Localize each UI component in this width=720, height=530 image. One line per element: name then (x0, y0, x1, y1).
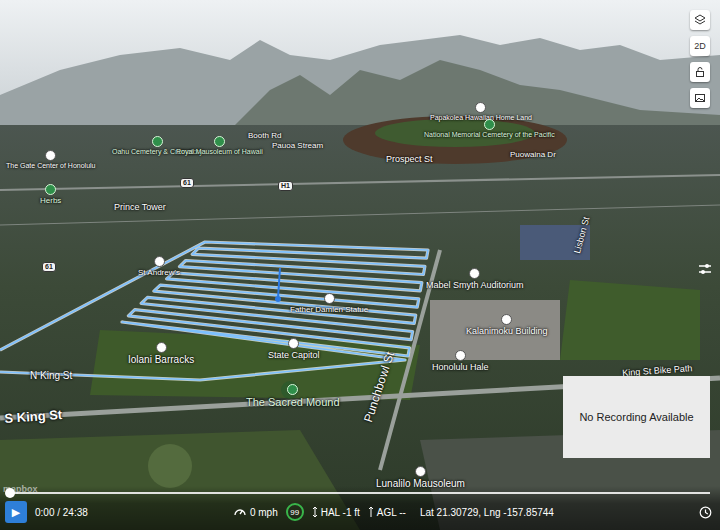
poi-label[interactable]: Iolani Barracks (128, 342, 194, 366)
building-icon (469, 268, 480, 279)
playback-time: 0:00 / 24:38 (35, 507, 88, 518)
park-icon (287, 384, 298, 395)
layers-icon (694, 14, 706, 26)
building-icon (324, 293, 335, 304)
street-label[interactable]: Prince Tower (114, 202, 166, 212)
route-shield[interactable]: H1 (278, 181, 293, 191)
label-text: H1 (278, 181, 293, 191)
label-text: 61 (42, 262, 56, 272)
street-label[interactable]: N King St (30, 370, 72, 382)
layers-button[interactable] (690, 10, 710, 30)
street-label[interactable]: Prospect St (386, 154, 433, 164)
route-shield[interactable]: 61 (42, 262, 56, 272)
building-icon (156, 342, 167, 353)
building-icon (455, 350, 466, 361)
street-label[interactable]: Booth Rd (248, 131, 281, 140)
altitude-icon (312, 506, 318, 518)
agl-readout: AGL -- (368, 506, 406, 518)
label-text: 61 (180, 178, 194, 188)
building-icon (288, 338, 299, 349)
poi-label[interactable]: The Gate Center of Honolulu (6, 150, 96, 170)
street-label[interactable]: Puowaina Dr (510, 150, 556, 159)
poi-label[interactable]: Herbs (40, 184, 61, 205)
image-button[interactable] (690, 88, 710, 108)
label-text: Prince Tower (114, 202, 166, 212)
label-text: National Memorial Cemetery of the Pacifi… (424, 131, 555, 139)
label-text: Mabel Smyth Auditorium (426, 280, 524, 290)
lock-icon (694, 66, 706, 78)
poi-label[interactable]: Honolulu Hale (432, 350, 489, 372)
playback-bar: ▶ 0:00 / 24:38 0 mph 99 HAL -1 ft AGL -- Lat 2… (0, 486, 720, 530)
label-text: Royal Mausoleum of Hawaii (176, 148, 263, 156)
building-icon (154, 256, 165, 267)
poi-label[interactable]: Mabel Smyth Auditorium (426, 268, 524, 290)
label-text: S King St (4, 408, 63, 427)
park-icon (152, 136, 163, 147)
view-mode-button[interactable]: 2D (690, 36, 710, 56)
route-shield[interactable]: 61 (180, 178, 194, 188)
label-text: Papakolea Hawaiian Home Land (430, 114, 532, 122)
signal-gauge: 99 (286, 503, 304, 521)
poi-label[interactable]: St Andrew's (138, 256, 180, 277)
building-icon (475, 102, 486, 113)
park-icon (45, 184, 56, 195)
image-icon (694, 92, 706, 104)
coordinates-readout: Lat 21.30729, Lng -157.85744 (420, 507, 554, 518)
street-label[interactable]: S King St (4, 408, 63, 427)
label-text: Lisbon St (572, 216, 592, 255)
label-text: State Capitol (268, 350, 320, 360)
label-text: The Sacred Mound (246, 396, 340, 409)
label-text: Booth Rd (248, 131, 281, 140)
label-text: Father Damien Statue (290, 305, 368, 314)
park-icon (484, 119, 495, 130)
street-label[interactable]: Lisbon St (572, 216, 592, 255)
label-text: Punchbowl St (362, 350, 398, 424)
street-label[interactable]: Pauoa Stream (272, 141, 323, 150)
timeline-knob[interactable] (5, 488, 15, 498)
speed-text: 0 mph (250, 507, 278, 518)
filter-icon[interactable] (698, 262, 712, 276)
speed-readout: 0 mph (233, 505, 278, 519)
lock-button[interactable] (690, 62, 710, 82)
agl-readout-text: AGL -- (377, 507, 406, 518)
label-text: St Andrew's (138, 268, 180, 277)
label-text: Prospect St (386, 154, 433, 164)
building-icon (415, 466, 426, 477)
timeline-slider[interactable] (10, 492, 710, 494)
park-icon (214, 136, 225, 147)
poi-label[interactable]: State Capitol (268, 338, 320, 360)
poi-label[interactable]: Father Damien Statue (290, 293, 368, 314)
poi-label[interactable]: The Sacred Mound (246, 384, 340, 409)
label-text: Kalanimoku Building (466, 326, 548, 336)
building-icon (45, 150, 56, 161)
building-icon (501, 314, 512, 325)
hal-readout-text: HAL -1 ft (321, 507, 360, 518)
altitude-icon (368, 506, 374, 518)
label-text: Honolulu Hale (432, 362, 489, 372)
label-text: Iolani Barracks (128, 354, 194, 366)
clock-icon[interactable] (699, 506, 712, 519)
recording-panel: No Recording Available (563, 376, 710, 458)
speedometer-icon (233, 505, 247, 519)
recording-message: No Recording Available (579, 411, 693, 423)
label-text: Pauoa Stream (272, 141, 323, 150)
poi-label[interactable]: Kalanimoku Building (466, 314, 548, 336)
play-button[interactable]: ▶ (5, 501, 27, 523)
poi-label[interactable]: National Memorial Cemetery of the Pacifi… (424, 119, 555, 139)
label-text: N King St (30, 370, 72, 382)
hal-readout: HAL -1 ft (312, 506, 360, 518)
poi-label[interactable]: Papakolea Hawaiian Home Land (430, 102, 532, 122)
label-text: The Gate Center of Honolulu (6, 162, 96, 170)
label-text: Herbs (40, 196, 61, 205)
label-text: Puowaina Dr (510, 150, 556, 159)
street-label[interactable]: Punchbowl St (362, 350, 398, 424)
